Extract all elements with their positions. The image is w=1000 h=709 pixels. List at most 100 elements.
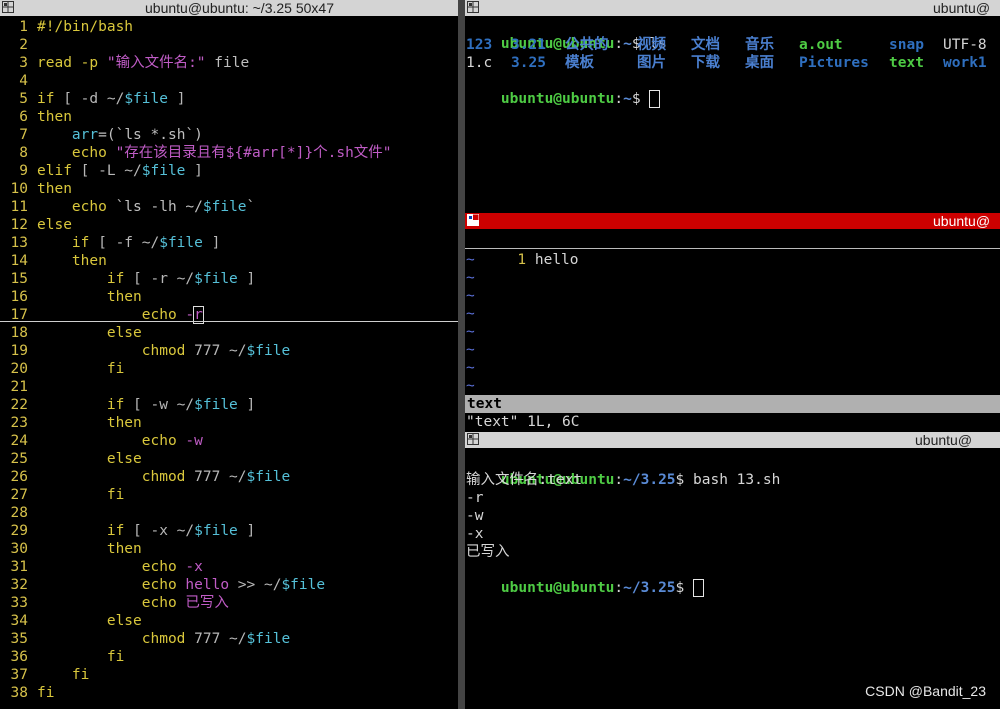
mid-right-vim-pane[interactable]: ubuntu@ 1 hello ~ ~ ~ ~ ~ ~ ~ ~ text "text" 1L,… [465, 213, 1000, 432]
left-terminal-pane[interactable]: ubuntu@ubuntu: ~/3.25 50x47 1 #!/bin/bash… [0, 0, 458, 709]
top-right-terminal-pane[interactable]: ubuntu@ ubuntu@ubuntu:~$ ls 123 3.21 公共的 视频… [465, 0, 1000, 213]
code-token: ] [185, 163, 203, 179]
ls-output-row-1: 123 3.21 公共的 视频 文档 音乐 a.out snap UTF-8 [466, 36, 1000, 54]
bottom-right-terminal-pane[interactable]: ubuntu@ ubuntu@ubuntu:~/3.25$ bash 13.sh… [465, 432, 1000, 709]
code-line[interactable]: else [37, 324, 142, 342]
ls-entry: Pictures [799, 55, 869, 71]
line-number: 26 [10, 469, 28, 485]
code-token: ] [237, 523, 256, 539]
line-number: 22 [10, 397, 28, 413]
code-token: #!/bin/bash [37, 19, 134, 35]
code-line[interactable]: then [37, 252, 107, 270]
code-token: fi [37, 667, 90, 683]
code-line[interactable]: chmod 777 ~/$file [37, 630, 290, 648]
code-token: fi [37, 361, 125, 377]
code-line[interactable]: then [37, 108, 72, 126]
code-token: fi [37, 649, 125, 665]
split-window-icon[interactable] [467, 1, 479, 13]
code-token: `ls -lh ~/ [115, 199, 203, 215]
code-token: 777 ~/ [194, 343, 247, 359]
code-line[interactable]: if [ -f ~/$file ] [37, 234, 220, 252]
code-token: fi [37, 487, 125, 503]
line-number: 25 [10, 451, 28, 467]
code-line[interactable]: chmod 777 ~/$file [37, 342, 290, 360]
code-line[interactable]: fi [37, 486, 124, 504]
output-line: 输入文件名:text [466, 472, 583, 488]
code-token: if [37, 271, 134, 287]
code-line[interactable]: read -p "输入文件名:" file [37, 54, 249, 72]
code-line[interactable]: arr=(`ls *.sh`) [37, 126, 203, 144]
split-window-icon[interactable] [2, 1, 14, 13]
code-token: echo [37, 577, 186, 593]
line-number: 36 [10, 649, 28, 665]
code-token: $file [159, 235, 203, 251]
line-number: 28 [10, 505, 28, 521]
prompt-line: ubuntu@ubuntu:~/3.25$ bash 13.sh [500, 472, 781, 488]
vim-tilde: ~ [466, 378, 475, 394]
code-token: then [37, 541, 142, 557]
code-token: fi [37, 685, 55, 701]
code-token: if [37, 523, 134, 539]
top-right-title: ubuntu@ [933, 0, 991, 16]
code-line[interactable]: #!/bin/bash [37, 18, 133, 36]
ls-entry: 文档 [691, 37, 720, 53]
code-token: $file [194, 271, 238, 287]
prompt-line-active[interactable]: ubuntu@ubuntu:~$ [466, 72, 1000, 108]
code-line[interactable]: echo 已写入 [37, 594, 229, 612]
code-token: echo [37, 433, 186, 449]
code-token: [ -w ~/ [133, 397, 195, 413]
line-number: 12 [10, 217, 28, 233]
code-line[interactable]: else [37, 612, 142, 630]
code-token: if [37, 397, 134, 413]
code-token: >> ~/ [229, 577, 282, 593]
code-line[interactable]: then [37, 540, 142, 558]
code-line[interactable]: elif [ -L ~/$file ] [37, 162, 203, 180]
code-token: echo [37, 559, 186, 575]
pane-divider[interactable] [458, 0, 465, 709]
prompt-line-active[interactable]: ubuntu@ubuntu:~/3.25$ [466, 561, 1000, 597]
code-line[interactable]: if [ -r ~/$file ] [37, 270, 255, 288]
code-line[interactable]: then [37, 288, 142, 306]
ls-entry: 音乐 [745, 37, 774, 53]
code-line[interactable]: fi [37, 666, 89, 684]
code-token: $file [194, 397, 238, 413]
code-token: file [205, 55, 250, 71]
vim-tilde: ~ [466, 324, 475, 340]
code-token: else [37, 217, 72, 233]
code-token: echo [37, 145, 116, 161]
code-line[interactable]: fi [37, 648, 124, 666]
code-line[interactable]: then [37, 414, 142, 432]
left-pane-titlebar: ubuntu@ubuntu: ~/3.25 50x47 [0, 0, 458, 16]
split-window-icon[interactable] [467, 214, 479, 226]
code-line[interactable]: echo hello >> ~/$file [37, 576, 325, 594]
code-line[interactable]: then [37, 180, 72, 198]
ls-entry: work1 [943, 55, 987, 71]
code-line[interactable]: if [ -x ~/$file ] [37, 522, 255, 540]
code-line[interactable]: if [ -d ~/$file ] [37, 90, 185, 108]
code-token: then [37, 253, 107, 269]
code-line[interactable]: if [ -w ~/$file ] [37, 396, 255, 414]
line-number: 2 [19, 37, 28, 53]
code-line[interactable]: fi [37, 360, 124, 378]
bottom-right-titlebar: ubuntu@ [465, 432, 1000, 448]
code-token: -w [185, 433, 203, 449]
code-line[interactable]: echo -x [37, 558, 203, 576]
code-token: 已写入 [185, 595, 229, 611]
line-number: 31 [10, 559, 28, 575]
code-line[interactable]: fi [37, 684, 54, 702]
code-token: $file [246, 343, 291, 359]
code-token: 777 ~/ [194, 631, 247, 647]
code-line[interactable]: else [37, 450, 142, 468]
code-token: else [37, 325, 142, 341]
code-token: "输入文件名:" [106, 55, 206, 71]
vim-tilde: ~ [466, 270, 475, 286]
split-window-icon[interactable] [467, 433, 479, 445]
code-token: $file [246, 631, 291, 647]
code-line[interactable]: else [37, 216, 72, 234]
code-line[interactable]: echo `ls -lh ~/$file` [37, 198, 255, 216]
code-token: chmod [37, 343, 195, 359]
code-line[interactable]: chmod 777 ~/$file [37, 468, 290, 486]
output-line: -w [466, 508, 484, 524]
code-line[interactable]: echo "存在该目录且有${#arr[*]}个.sh文件" [37, 144, 392, 162]
code-line[interactable]: echo -w [37, 432, 203, 450]
